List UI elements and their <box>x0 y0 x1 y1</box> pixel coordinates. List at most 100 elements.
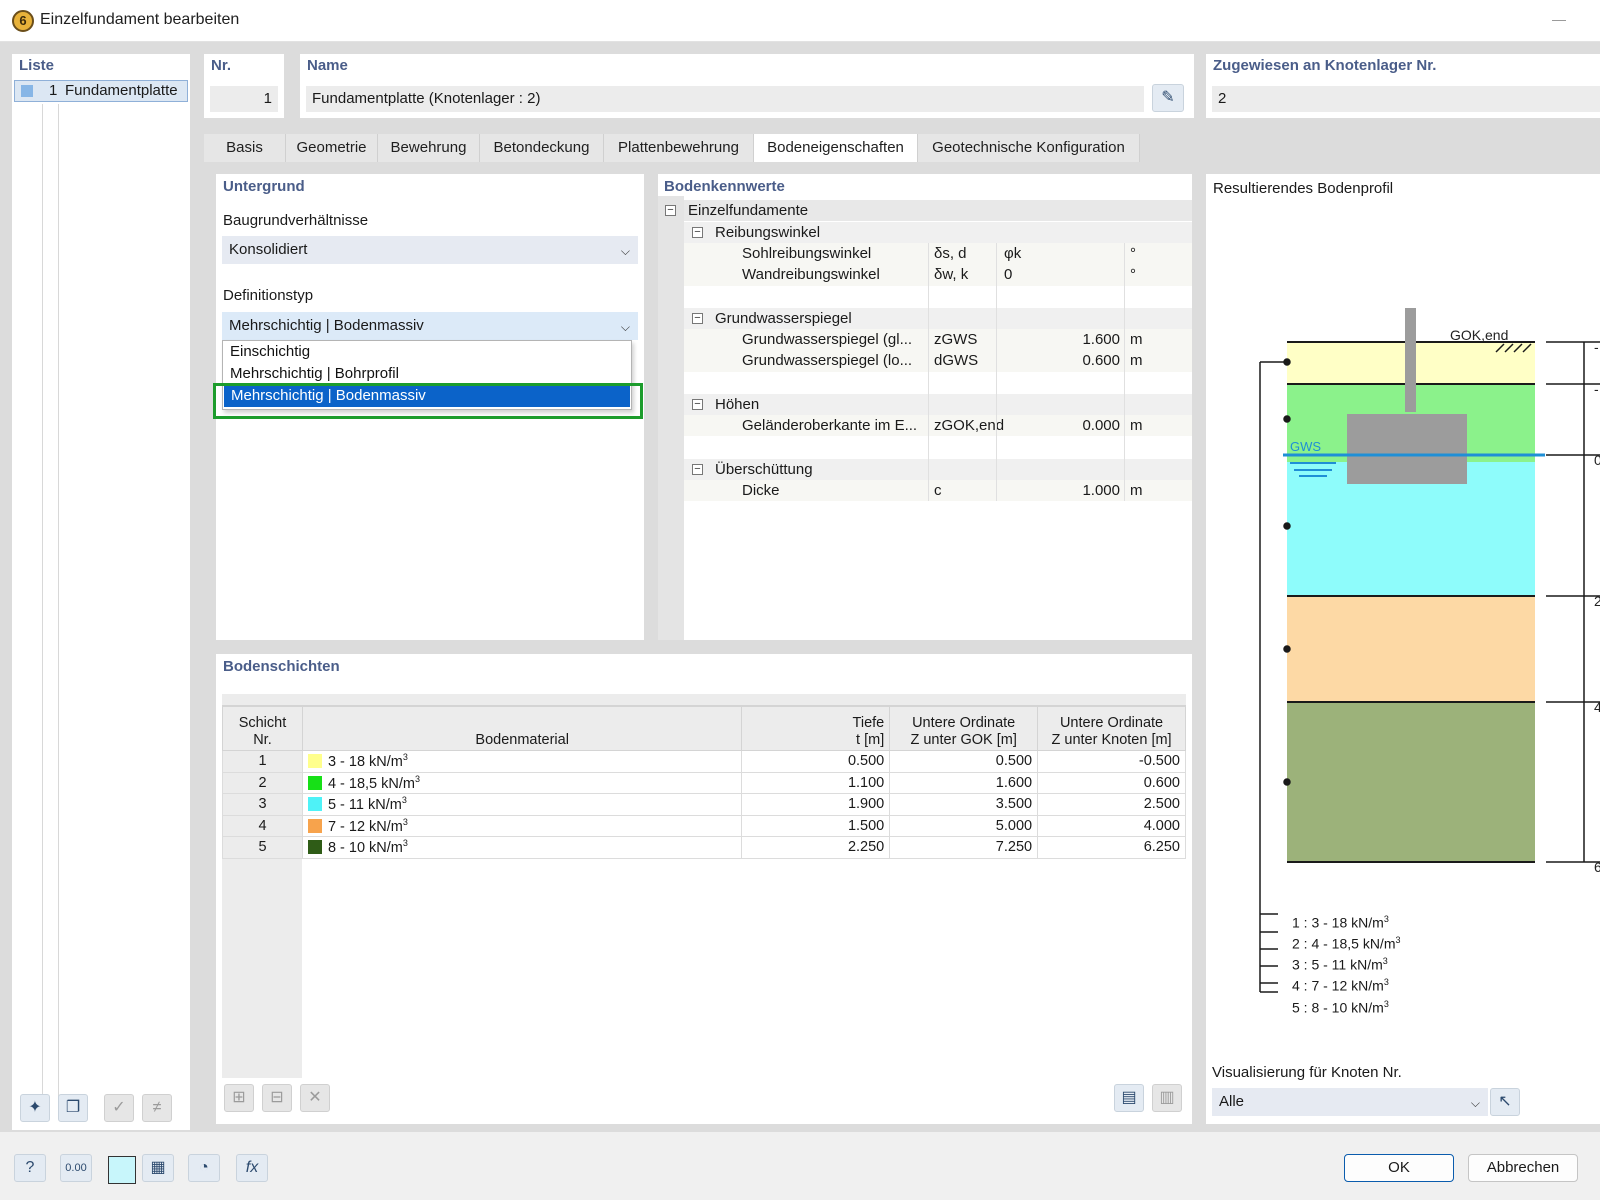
table-row[interactable]: 5 8 - 10 kN/m3 2.250 7.250 6.250 <box>222 836 1186 859</box>
collapse-icon[interactable]: − <box>692 464 703 475</box>
foundation <box>1347 414 1467 484</box>
untergrund-panel: Untergrund Baugrundverhältnisse Konsolid… <box>213 174 644 640</box>
material-color-icon <box>307 840 322 855</box>
assigned-field[interactable]: 2 <box>1212 86 1600 112</box>
name-label: Name <box>307 57 348 74</box>
row-symbol: zGWS <box>934 331 978 348</box>
gok-label: GOK,end <box>1450 327 1508 343</box>
collapse-icon[interactable]: − <box>692 227 703 238</box>
edit-name-icon[interactable]: ✎ <box>1152 84 1184 112</box>
tab-basis[interactable]: Basis <box>204 134 286 162</box>
kennwerte-tree: − Einzelfundamente − Reibungswinkel Sohl… <box>658 200 1192 640</box>
row-name: Grundwasserspiegel (lo... <box>742 352 913 369</box>
name-field[interactable]: Fundamentplatte (Knotenlager : 2) <box>306 86 1144 112</box>
formula-icon[interactable]: fx <box>236 1154 268 1182</box>
table-row[interactable]: 1 3 - 18 kN/m3 0.500 0.500 -0.500 <box>222 750 1186 773</box>
view-icon[interactable]: ◔ <box>188 1154 220 1182</box>
tab-geotechnische-konfiguration[interactable]: Geotechnische Konfiguration <box>918 134 1140 162</box>
deftyp-label: Definitionstyp <box>223 287 314 304</box>
collapse-icon[interactable]: − <box>692 313 703 324</box>
untergrund-header: Untergrund <box>223 178 305 195</box>
tab-bodeneigenschaften[interactable]: Bodeneigenschaften <box>754 134 918 162</box>
option-einschichtig[interactable]: Einschichtig <box>223 341 629 363</box>
check-icon[interactable]: ✓ <box>104 1094 134 1122</box>
tab-geometrie[interactable]: Geometrie <box>286 134 378 162</box>
row-unit: m <box>1130 482 1143 499</box>
uncheck-icon[interactable]: ≠ <box>142 1094 172 1122</box>
copy-row-icon[interactable]: ⊟ <box>262 1084 292 1112</box>
row-symbol: δw, k <box>934 266 969 283</box>
row-name: Sohlreibungswinkel <box>742 245 872 262</box>
right-axis <box>1546 341 1600 863</box>
schichten-header: Bodenschichten <box>223 658 340 675</box>
visualisierung-select[interactable]: Alle ⌵ <box>1212 1088 1488 1116</box>
axis-label: - <box>1594 381 1599 397</box>
row-symbol: zGOK,end <box>934 417 1005 434</box>
delete-row-icon[interactable]: ✕ <box>300 1084 330 1112</box>
legend-item: 1 : 3 - 18 kN/m3 <box>1292 914 1389 931</box>
deftyp-select[interactable]: Mehrschichtig | Bodenmassiv ⌵ <box>222 312 638 340</box>
legend-item: 4 : 7 - 12 kN/m3 <box>1292 977 1389 995</box>
collapse-icon[interactable]: − <box>665 205 676 216</box>
baugrund-value: Konsolidiert <box>229 241 308 258</box>
baugrund-select[interactable]: Konsolidiert ⌵ <box>222 236 638 264</box>
table-row[interactable]: 3 5 - 11 kN/m3 1.900 3.500 2.500 <box>222 793 1186 816</box>
minimize-icon[interactable] <box>1552 20 1566 21</box>
row-value[interactable]: φk <box>1004 243 1021 264</box>
cancel-button[interactable]: Abbrechen <box>1468 1154 1578 1182</box>
item-color-icon <box>21 85 33 97</box>
chevron-down-icon: ⌵ <box>1470 1096 1480 1110</box>
gws-label: GWS <box>1290 439 1321 454</box>
tree-root: Einzelfundamente <box>688 202 809 219</box>
legend-item: 3 : 5 - 11 kN/m3 <box>1292 956 1388 973</box>
row-value[interactable]: 1.000 <box>1004 480 1120 501</box>
display-icon[interactable]: ▦ <box>142 1154 174 1182</box>
soil-profile-diagram: GOK,end GWS - - 0 2 4 6 <box>1259 308 1600 993</box>
name-panel: Name Fundamentplatte (Knotenlager : 2) ✎ <box>300 54 1194 118</box>
axis-labels: - - 0 2 4 6 <box>1594 339 1600 875</box>
new-item-icon[interactable]: ✦ <box>20 1094 50 1122</box>
list-item[interactable]: 1 Fundamentplatte <box>14 80 188 102</box>
tree-group-reibung: Reibungswinkel <box>715 224 821 241</box>
title-bar: 6 Einzelfundament bearbeiten <box>0 0 1600 42</box>
collapse-icon[interactable]: − <box>692 399 703 410</box>
table-row[interactable]: 2 4 - 18,5 kN/m3 1.100 1.600 0.600 <box>222 771 1186 794</box>
insert-row-icon[interactable]: ⊞ <box>224 1084 254 1112</box>
nr-label: Nr. <box>211 57 232 74</box>
material-color-icon <box>307 754 322 769</box>
bottom-bar: ? 0.00 ▦ ◔ fx OK Abbrechen <box>0 1132 1600 1200</box>
ok-button[interactable]: OK <box>1344 1154 1454 1182</box>
nr-panel: Nr. 1 <box>204 54 284 118</box>
row-name: Wandreibungswinkel <box>742 266 880 283</box>
row-value[interactable]: 0.600 <box>1004 350 1120 371</box>
units-icon[interactable]: 0.00 <box>60 1154 92 1182</box>
import-table-icon[interactable]: ▤ <box>1114 1084 1144 1112</box>
kennwerte-panel: Bodenkennwerte − Einzelfundamente − Reib… <box>658 174 1192 640</box>
visualisierung-value: Alle <box>1219 1093 1245 1110</box>
copy-item-icon[interactable]: ❐ <box>58 1094 88 1122</box>
option-bohrprofil[interactable]: Mehrschichtig | Bohrprofil <box>223 363 629 385</box>
tree-group-ueberschuettung: Überschüttung <box>715 461 813 478</box>
nr-field[interactable]: 1 <box>210 86 278 112</box>
color-icon[interactable] <box>108 1156 136 1184</box>
app-icon: 6 <box>12 10 34 32</box>
row-name: Grundwasserspiegel (gl... <box>742 331 913 348</box>
axis-label: 0 <box>1594 452 1600 468</box>
tab-bewehrung[interactable]: Bewehrung <box>378 134 480 162</box>
row-value[interactable]: 1.600 <box>1004 329 1120 350</box>
pick-node-icon[interactable]: ↖ <box>1490 1088 1520 1116</box>
export-table-icon[interactable]: ▥ <box>1152 1084 1182 1112</box>
list-header: Liste <box>19 57 55 74</box>
list-divider <box>42 104 43 1104</box>
row-value[interactable]: 0 <box>1004 264 1012 285</box>
help-icon[interactable]: ? <box>14 1154 46 1182</box>
assigned-label: Zugewiesen an Knotenlager Nr. <box>1213 57 1437 74</box>
tab-plattenbewehrung[interactable]: Plattenbewehrung <box>604 134 754 162</box>
window-title: Einzelfundament bearbeiten <box>40 11 240 28</box>
row-name: Geländeroberkante im E... <box>742 417 918 434</box>
tab-betondeckung[interactable]: Betondeckung <box>480 134 604 162</box>
row-symbol: c <box>934 482 942 499</box>
material-color-icon <box>307 797 322 812</box>
table-row[interactable]: 4 7 - 12 kN/m3 1.500 5.000 4.000 <box>222 814 1186 837</box>
row-value[interactable]: 0.000 <box>1004 415 1120 436</box>
